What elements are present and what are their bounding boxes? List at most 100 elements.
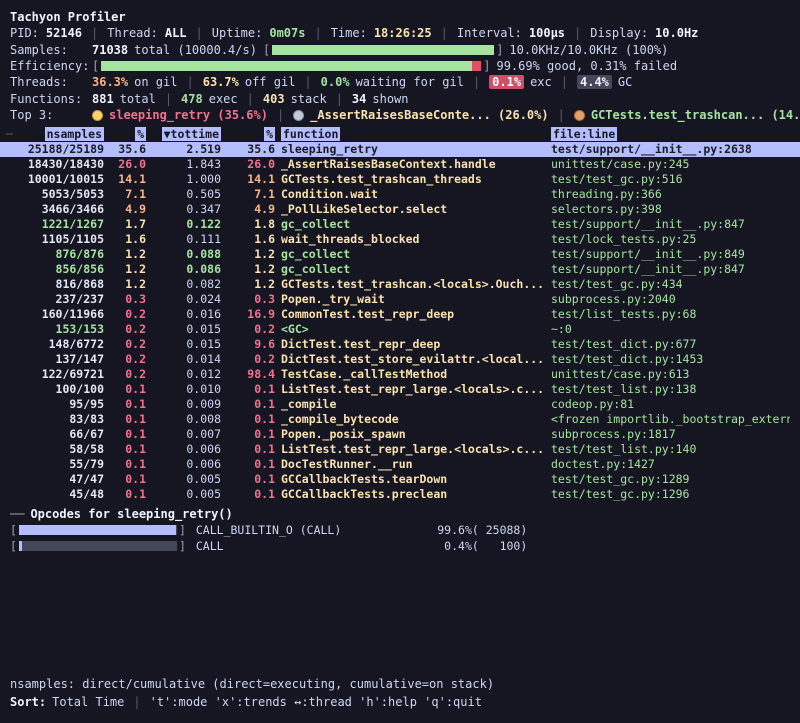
table-row[interactable]: 10001/10015 14.1 1.000 14.1 GCTests.test… bbox=[0, 172, 800, 187]
table-row[interactable]: 47/47 0.1 0.005 0.1 GCCallbackTests.tear… bbox=[0, 472, 800, 487]
top3-label: Top 3: bbox=[10, 108, 92, 122]
cell-fileline: test/test_gc.py:516 bbox=[551, 172, 790, 187]
table-row[interactable]: 100/100 0.1 0.010 0.1 ListTest.test_repr… bbox=[0, 382, 800, 397]
samples-count: 71038 bbox=[92, 43, 128, 57]
col-header-tottime-sorted[interactable]: ▼tottime bbox=[162, 127, 221, 141]
table-row[interactable]: 66/67 0.1 0.007 0.1 Popen._posix_spawn s… bbox=[0, 427, 800, 442]
table-row[interactable]: 237/237 0.3 0.024 0.3 Popen._try_wait su… bbox=[0, 292, 800, 307]
cell-direct-pct: 0.2 bbox=[104, 337, 146, 352]
on-gil-pct: 36.3% bbox=[92, 75, 128, 89]
col-header-function[interactable]: function bbox=[281, 127, 340, 141]
cell-tottime: 0.122 bbox=[146, 217, 221, 232]
opcodes-title: Opcodes for sleeping_retry() bbox=[30, 507, 232, 521]
cell-cumulative-pct: 9.6 bbox=[221, 337, 275, 352]
samples-bar-fill bbox=[272, 45, 494, 55]
cell-direct-pct: 4.9 bbox=[104, 202, 146, 217]
interval-value: 100μs bbox=[529, 26, 565, 40]
separator: | bbox=[196, 26, 203, 40]
sort-value[interactable]: Total Time bbox=[52, 695, 124, 709]
separator: | bbox=[277, 108, 284, 122]
exc-pct-badge: 0.1% bbox=[489, 75, 524, 89]
cell-fileline: test/test_gc.py:1296 bbox=[551, 487, 790, 502]
cell-function: GCCallbackTests.tearDown bbox=[281, 472, 545, 487]
separator: | bbox=[247, 92, 254, 106]
table-row[interactable]: 153/153 0.2 0.015 0.2 <GC> ~:0 bbox=[0, 322, 800, 337]
cell-tottime: 0.014 bbox=[146, 352, 221, 367]
cell-fileline: test/support/__init__.py:849 bbox=[551, 247, 790, 262]
cell-fileline: test/test_gc.py:1289 bbox=[551, 472, 790, 487]
efficiency-summary: 99.69% good, 0.31% failed bbox=[496, 59, 677, 73]
separator: | bbox=[558, 108, 565, 122]
col-fileline: file:line bbox=[551, 127, 790, 142]
cell-cumulative-pct: 26.0 bbox=[221, 157, 275, 172]
cell-tottime: 1.000 bbox=[146, 172, 221, 187]
cell-cumulative-pct: 0.1 bbox=[221, 487, 275, 502]
cell-function: gc_collect bbox=[281, 217, 545, 232]
cell-function: <GC> bbox=[281, 322, 545, 337]
functions-shown: 34 bbox=[352, 92, 366, 106]
cell-fileline: unittest/case.py:245 bbox=[551, 157, 790, 172]
table-body: 25188/25189 35.6 2.519 35.6 sleeping_ret… bbox=[0, 142, 800, 502]
table-row[interactable]: 18430/18430 26.0 1.843 26.0 _AssertRaise… bbox=[0, 157, 800, 172]
table-row[interactable]: 1221/1267 1.7 0.122 1.8 gc_collect test/… bbox=[0, 217, 800, 232]
cell-direct-pct: 0.1 bbox=[104, 457, 146, 472]
table-row[interactable]: 137/147 0.2 0.014 0.2 DictTest.test_stor… bbox=[0, 352, 800, 367]
cell-nsamples: 25188/25189 bbox=[10, 142, 104, 157]
cell-nsamples: 18430/18430 bbox=[10, 157, 104, 172]
table-row[interactable]: 160/11966 0.2 0.016 16.9 CommonTest.test… bbox=[0, 307, 800, 322]
table-row[interactable]: 148/6772 0.2 0.015 9.6 DictTest.test_rep… bbox=[0, 337, 800, 352]
silver-medal-icon bbox=[293, 110, 304, 121]
cell-nsamples: 3466/3466 bbox=[10, 202, 104, 217]
cell-fileline: doctest.py:1427 bbox=[551, 457, 790, 472]
cell-direct-pct: 1.2 bbox=[104, 247, 146, 262]
separator: | bbox=[314, 26, 321, 40]
cell-direct-pct: 1.7 bbox=[104, 217, 146, 232]
cell-nsamples: 237/237 bbox=[10, 292, 104, 307]
gold-medal-icon bbox=[92, 110, 103, 121]
table-row[interactable]: 816/868 1.2 0.082 1.2 GCTests.test_trash… bbox=[0, 277, 800, 292]
cell-nsamples: 876/876 bbox=[10, 247, 104, 262]
cell-direct-pct: 0.2 bbox=[104, 367, 146, 382]
col-tottime: ▼tottime bbox=[146, 127, 221, 142]
table-row[interactable]: 876/876 1.2 0.088 1.2 gc_collect test/su… bbox=[0, 247, 800, 262]
cell-fileline: test/test_list.py:138 bbox=[551, 382, 790, 397]
time-label: Time: bbox=[331, 26, 367, 40]
cell-direct-pct: 26.0 bbox=[104, 157, 146, 172]
bronze-medal-icon bbox=[574, 110, 585, 121]
cell-fileline: test/test_dict.py:677 bbox=[551, 337, 790, 352]
col-header-direct-pct[interactable]: % bbox=[135, 127, 146, 141]
table-row[interactable]: 122/69721 0.2 0.012 98.4 TestCase._callT… bbox=[0, 367, 800, 382]
table-row[interactable]: 5053/5053 7.1 0.505 7.1 Condition.wait t… bbox=[0, 187, 800, 202]
cell-fileline: subprocess.py:2040 bbox=[551, 292, 790, 307]
footer: nsamples: direct/cumulative (direct=exec… bbox=[10, 675, 790, 711]
table-row[interactable]: 1105/1105 1.6 0.111 1.6 wait_threads_blo… bbox=[0, 232, 800, 247]
gc-pct-badge: 4.4% bbox=[577, 75, 612, 89]
table-row[interactable]: 45/48 0.1 0.005 0.1 GCCallbackTests.prec… bbox=[0, 487, 800, 502]
separator: | bbox=[91, 26, 98, 40]
cell-tottime: 0.086 bbox=[146, 262, 221, 277]
table-row[interactable]: 83/83 0.1 0.008 0.1 _compile_bytecode <f… bbox=[0, 412, 800, 427]
cell-fileline: test/list_tests.py:68 bbox=[551, 307, 790, 322]
cell-function: ListTest.test_repr_large.<locals>.c... bbox=[281, 382, 545, 397]
cell-cumulative-pct: 7.1 bbox=[221, 187, 275, 202]
table-row[interactable]: 58/58 0.1 0.006 0.1 ListTest.test_repr_l… bbox=[0, 442, 800, 457]
cell-cumulative-pct: 0.1 bbox=[221, 472, 275, 487]
cell-direct-pct: 0.1 bbox=[104, 442, 146, 457]
cell-function: CommonTest.test_repr_deep bbox=[281, 307, 545, 322]
table-row[interactable]: 55/79 0.1 0.006 0.1 DocTestRunner.__run … bbox=[0, 457, 800, 472]
app-title: Tachyon Profiler bbox=[10, 8, 790, 25]
table-row[interactable]: 856/856 1.2 0.086 1.2 gc_collect test/su… bbox=[0, 262, 800, 277]
table-row[interactable]: 95/95 0.1 0.009 0.1 _compile codeop.py:8… bbox=[0, 397, 800, 412]
col-header-nsamples[interactable]: nsamples bbox=[45, 127, 104, 141]
cell-function: DictTest.test_store_evilattr.<local... bbox=[281, 352, 545, 367]
cell-nsamples: 856/856 bbox=[10, 262, 104, 277]
table-row[interactable]: 3466/3466 4.9 0.347 4.9 _PollLikeSelecto… bbox=[0, 202, 800, 217]
cell-nsamples: 100/100 bbox=[10, 382, 104, 397]
functions-stack-label: stack bbox=[291, 92, 327, 106]
top1-function: sleeping_retry (35.6%) bbox=[109, 108, 268, 122]
table-row[interactable]: 25188/25189 35.6 2.519 35.6 sleeping_ret… bbox=[0, 142, 800, 157]
col-header-fileline[interactable]: file:line bbox=[551, 127, 617, 141]
col-header-cumulative-pct[interactable]: % bbox=[264, 127, 275, 141]
on-gil-label: on gil bbox=[134, 75, 177, 89]
thread-value[interactable]: ALL bbox=[165, 26, 187, 40]
